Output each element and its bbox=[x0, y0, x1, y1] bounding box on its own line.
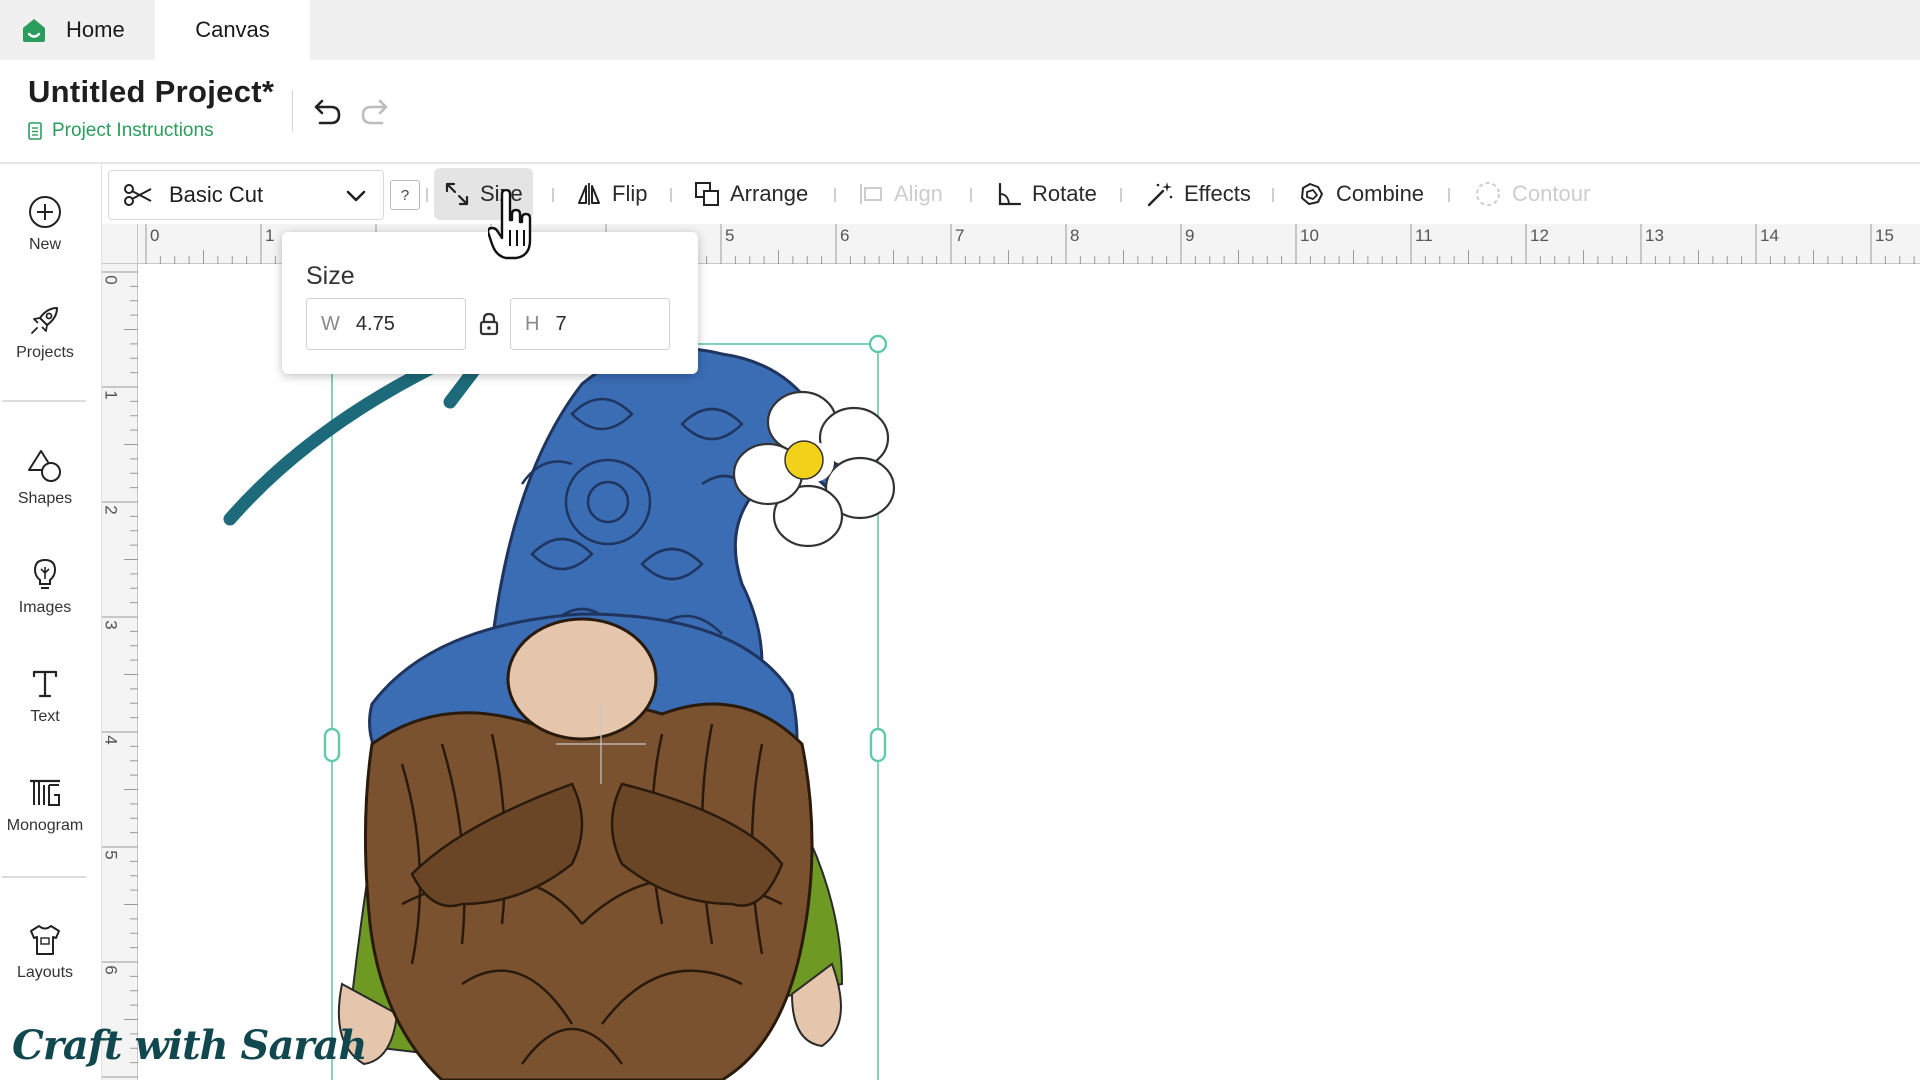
combine-icon bbox=[1301, 183, 1323, 205]
resize-arrows-icon bbox=[445, 182, 469, 206]
hand-cursor-icon bbox=[488, 190, 532, 260]
home-icon bbox=[23, 19, 45, 42]
operation-select[interactable]: Basic Cut bbox=[108, 170, 384, 220]
text-icon bbox=[32, 670, 58, 698]
sidebar-item-label: Shapes bbox=[17, 490, 73, 507]
edit-toolbar: Basic Cut ? Size Flip Arrange bbox=[102, 164, 1920, 224]
lightbulb-icon bbox=[33, 558, 57, 589]
sidebar-item-label: Projects bbox=[16, 344, 74, 361]
sidebar-item-projects[interactable]: Projects bbox=[0, 302, 90, 362]
watermark-logo: Craft with Sarah bbox=[12, 1022, 367, 1069]
toolbar-divider bbox=[1272, 188, 1274, 202]
sidebar-item-shapes[interactable]: Shapes bbox=[0, 448, 90, 508]
sidebar-item-monogram[interactable]: Monogram bbox=[0, 775, 90, 835]
height-label: H bbox=[525, 312, 540, 335]
resize-handle-right[interactable] bbox=[869, 727, 887, 763]
project-instructions-label: Project Instructions bbox=[52, 120, 214, 141]
help-button[interactable]: ? bbox=[390, 180, 420, 210]
header-divider bbox=[292, 90, 293, 132]
toolbar-divider bbox=[552, 188, 554, 202]
gnome-nose bbox=[506, 617, 658, 741]
align-icon bbox=[860, 184, 882, 204]
chevron-down-icon bbox=[346, 190, 366, 202]
flip-icon bbox=[578, 183, 600, 205]
arrange-button[interactable]: Arrange bbox=[684, 168, 818, 220]
align-button[interactable]: Align bbox=[848, 168, 953, 220]
toolbar-divider bbox=[1120, 188, 1122, 202]
sidebar-item-label: Text bbox=[30, 708, 60, 725]
tab-bar: Home Canvas bbox=[0, 0, 1920, 60]
sidebar-item-new[interactable]: New bbox=[0, 194, 90, 254]
width-value: 4.75 bbox=[355, 312, 395, 335]
effects-button[interactable]: Effects bbox=[1136, 168, 1261, 220]
magic-wand-icon bbox=[1147, 182, 1173, 207]
arrange-label: Arrange bbox=[730, 181, 809, 206]
sidebar-item-label: Layouts bbox=[16, 964, 74, 981]
plus-circle-icon bbox=[29, 196, 61, 228]
sidebar-item-label: Monogram bbox=[6, 817, 84, 834]
height-field[interactable]: H 7 bbox=[510, 298, 670, 350]
lock-icon[interactable] bbox=[478, 312, 500, 336]
tab-home-label: Home bbox=[66, 17, 125, 42]
design-canvas[interactable]: 0156789101112131415 0123456 bbox=[102, 224, 1920, 1080]
rotate-label: Rotate bbox=[1032, 181, 1097, 206]
sidebar-item-label: Images bbox=[18, 599, 72, 616]
sidebar-divider bbox=[2, 400, 86, 402]
rocket-icon bbox=[31, 307, 58, 334]
rotate-button[interactable]: Rotate bbox=[986, 168, 1107, 220]
sidebar-item-text[interactable]: Text bbox=[0, 666, 90, 726]
project-instructions-link[interactable]: Project Instructions bbox=[28, 120, 214, 142]
combine-label: Combine bbox=[1336, 181, 1425, 206]
sidebar-divider bbox=[2, 876, 86, 878]
project-title[interactable]: Untitled Project* bbox=[28, 74, 274, 110]
arrange-icon bbox=[695, 182, 719, 206]
effects-label: Effects bbox=[1184, 181, 1251, 206]
contour-button[interactable]: Contour bbox=[1464, 168, 1600, 220]
width-field[interactable]: W 4.75 bbox=[306, 298, 466, 350]
flip-button[interactable]: Flip bbox=[566, 168, 657, 220]
undo-icon[interactable] bbox=[308, 94, 344, 130]
rotate-angle-icon bbox=[998, 182, 1022, 206]
tab-canvas-label: Canvas bbox=[195, 17, 270, 42]
width-label: W bbox=[321, 312, 340, 335]
shapes-icon bbox=[28, 450, 61, 482]
tab-canvas[interactable]: Canvas bbox=[155, 0, 310, 60]
rotate-handle[interactable] bbox=[868, 334, 888, 354]
document-icon bbox=[28, 122, 42, 140]
toolbar-divider bbox=[834, 188, 836, 202]
toolbar-divider bbox=[426, 188, 428, 202]
size-popover-title: Size bbox=[306, 262, 355, 290]
height-value: 7 bbox=[555, 312, 567, 335]
monogram-icon bbox=[30, 779, 60, 806]
scissors-icon bbox=[124, 184, 152, 206]
flower-center bbox=[784, 440, 824, 480]
contour-label: Contour bbox=[1512, 181, 1591, 206]
sidebar-item-label: New bbox=[28, 236, 61, 253]
toolbar-divider bbox=[670, 188, 672, 202]
flip-label: Flip bbox=[612, 181, 648, 206]
operation-label: Basic Cut bbox=[169, 182, 264, 207]
project-header: Untitled Project* Project Instructions bbox=[0, 60, 1920, 164]
toolbar-divider bbox=[1448, 188, 1450, 202]
redo-icon[interactable] bbox=[358, 94, 394, 130]
toolbar-divider bbox=[970, 188, 972, 202]
tab-home[interactable]: Home bbox=[0, 0, 155, 60]
align-label: Align bbox=[894, 181, 943, 206]
contour-icon bbox=[1476, 182, 1500, 206]
left-sidebar: New Projects Shapes Images Text Monogram… bbox=[0, 164, 102, 1080]
tshirt-icon bbox=[30, 925, 60, 955]
sidebar-item-images[interactable]: Images bbox=[0, 557, 90, 617]
combine-button[interactable]: Combine bbox=[1288, 168, 1434, 220]
sidebar-item-layouts[interactable]: Layouts bbox=[0, 922, 90, 982]
resize-handle-left[interactable] bbox=[323, 727, 341, 763]
